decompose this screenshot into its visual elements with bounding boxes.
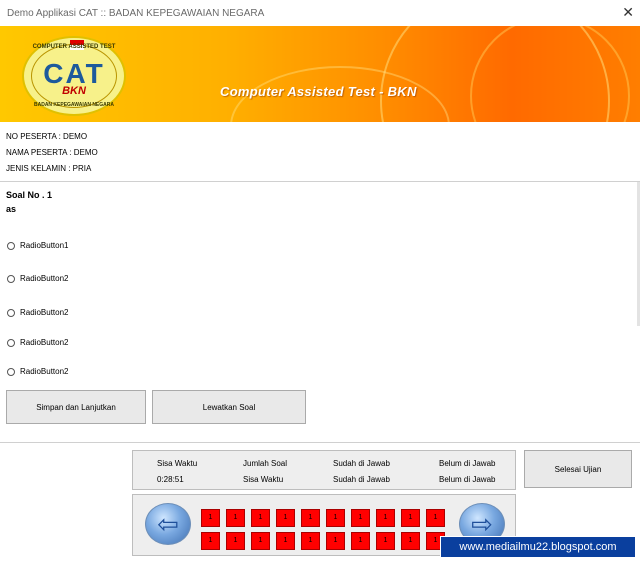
decorative-swirl <box>470 26 630 122</box>
stat-value-time: 0:28:51 <box>157 475 184 484</box>
radio-button[interactable] <box>7 274 15 283</box>
stat-value-unanswered: Belum di Jawab <box>439 475 496 484</box>
question-cell[interactable]: 1 <box>401 532 420 550</box>
question-cell[interactable]: 1 <box>301 509 320 527</box>
answer-option[interactable]: RadioButton2 <box>7 274 68 283</box>
question-cell[interactable]: 1 <box>251 509 270 527</box>
logo-text-bottom: BADAN KEPEGAWAIAN NEGARA <box>33 102 114 108</box>
question-cell[interactable]: 1 <box>276 532 295 550</box>
question-cell[interactable]: 1 <box>426 509 445 527</box>
stat-header-unanswered: Belum di Jawab <box>439 459 496 468</box>
radio-button[interactable] <box>7 367 15 376</box>
answer-option[interactable]: RadioButton2 <box>7 338 68 347</box>
window-title: Demo Applikasi CAT :: BADAN KEPEGAWAIAN … <box>7 8 265 19</box>
cat-bkn-logo: COMPUTER ASSISTED TEST CAT BKN BADAN KEP… <box>22 36 126 116</box>
finish-exam-button[interactable]: Selesai Ujian <box>524 450 632 488</box>
question-cell[interactable]: 1 <box>201 532 220 550</box>
skip-question-button[interactable]: Lewatkan Soal <box>152 390 306 424</box>
question-cell[interactable]: 1 <box>351 532 370 550</box>
answer-option-label: RadioButton2 <box>20 274 69 283</box>
close-icon[interactable]: ✕ <box>622 4 634 21</box>
question-cell[interactable]: 1 <box>226 509 245 527</box>
participant-name: NAMA PESERTA : DEMO <box>6 148 98 157</box>
question-cell[interactable]: 1 <box>201 509 220 527</box>
question-cell[interactable]: 1 <box>226 532 245 550</box>
question-cell[interactable]: 1 <box>276 509 295 527</box>
participant-number: NO PESERTA : DEMO <box>6 132 88 141</box>
stat-header-answered: Sudah di Jawab <box>333 459 390 468</box>
logo-text-top: COMPUTER ASSISTED TEST <box>32 44 116 50</box>
question-cell[interactable]: 1 <box>401 509 420 527</box>
stat-value-total: Sisa Waktu <box>243 475 284 484</box>
title-bar: Demo Applikasi CAT :: BADAN KEPEGAWAIAN … <box>0 0 640 26</box>
radio-button[interactable] <box>7 338 15 347</box>
watermark: www.mediailmu22.blogspot.com <box>440 536 636 558</box>
logo-text-sub: BKN <box>62 85 86 97</box>
question-cell[interactable]: 1 <box>376 532 395 550</box>
header-banner: COMPUTER ASSISTED TEST CAT BKN BADAN KEP… <box>0 26 640 122</box>
radio-button[interactable] <box>7 241 15 250</box>
question-cell[interactable]: 1 <box>326 509 345 527</box>
answer-option[interactable]: RadioButton2 <box>7 367 68 376</box>
stat-header-total: Jumlah Soal <box>243 459 288 468</box>
previous-arrow-icon[interactable]: ⇦ <box>145 503 191 545</box>
stat-value-answered: Sudah di Jawab <box>333 475 390 484</box>
participant-info: NO PESERTA : DEMO NAMA PESERTA : DEMO JE… <box>0 124 640 182</box>
question-cell[interactable]: 1 <box>301 532 320 550</box>
question-cell[interactable]: 1 <box>376 509 395 527</box>
question-cell[interactable]: 1 <box>251 532 270 550</box>
participant-gender: JENIS KELAMIN : PRIA <box>6 164 92 173</box>
radio-button[interactable] <box>7 308 15 317</box>
answer-option[interactable]: RadioButton2 <box>7 308 68 317</box>
save-next-button[interactable]: Simpan dan Lanjutkan <box>6 390 146 424</box>
question-cell[interactable]: 1 <box>326 532 345 550</box>
question-grid: 1 1 1 1 1 1 1 1 1 1 1 1 1 1 1 1 1 1 1 1 <box>201 509 453 553</box>
stat-header-time: Sisa Waktu <box>157 459 198 468</box>
answer-option-label: RadioButton2 <box>20 367 69 376</box>
question-number: Soal No . 1 <box>6 190 53 200</box>
exam-stats-panel: Sisa Waktu Jumlah Soal Sudah di Jawab Be… <box>132 450 516 490</box>
answer-option[interactable]: RadioButton1 <box>7 241 68 250</box>
question-text: as <box>6 204 17 214</box>
answer-option-label: RadioButton1 <box>20 241 69 250</box>
answer-option-label: RadioButton2 <box>20 338 69 347</box>
question-cell[interactable]: 1 <box>351 509 370 527</box>
answer-option-label: RadioButton2 <box>20 308 69 317</box>
banner-subtitle: Computer Assisted Test - BKN <box>220 84 417 99</box>
divider <box>0 442 640 443</box>
